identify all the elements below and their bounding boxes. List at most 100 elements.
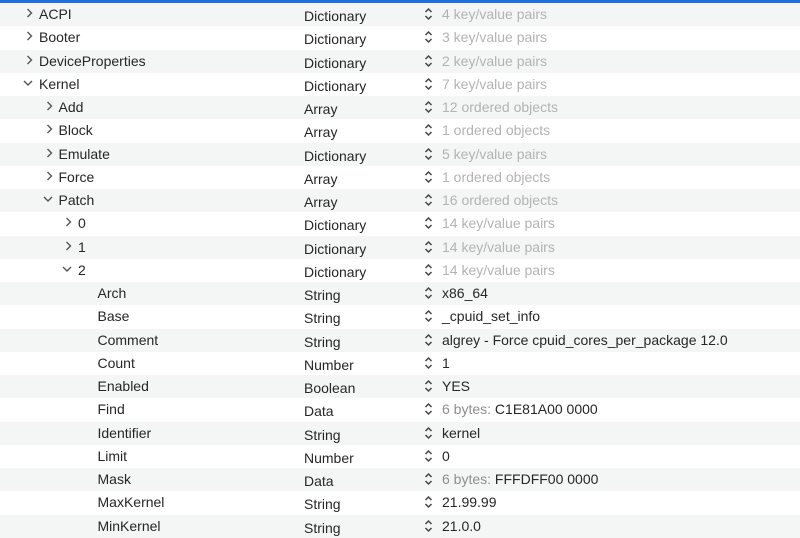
plist-row-emulate[interactable]: Emulate Dictionary 5 key/value pairs [0, 142, 800, 166]
key-label[interactable]: Mask [98, 471, 131, 487]
chevron-right-icon[interactable] [25, 7, 35, 19]
chevron-right-icon[interactable] [45, 123, 55, 135]
plist-row-kernel[interactable]: Kernel Dictionary 7 key/value pairs [0, 73, 800, 96]
plist-row-arch[interactable]: Arch String x86_64 [0, 282, 800, 306]
chevron-right-icon[interactable] [45, 170, 55, 182]
type-label[interactable]: Number [304, 450, 354, 466]
plist-row-add[interactable]: Add Array 12 ordered objects [0, 96, 800, 120]
key-label[interactable]: Enabled [98, 378, 149, 394]
stepper-icon[interactable] [424, 77, 433, 91]
value-field[interactable]: 6 bytes: C1E81A00 0000 [442, 401, 598, 417]
type-label[interactable]: String [304, 334, 341, 350]
plist-row-patch[interactable]: Patch Array 16 ordered objects [0, 189, 800, 213]
chevron-right-icon[interactable] [25, 54, 35, 66]
plist-row-comment[interactable]: Comment String algrey - Force cpuid_cores_… [0, 328, 800, 352]
stepper-icon[interactable] [424, 263, 433, 277]
value-field[interactable]: _cpuid_set_info [442, 308, 540, 324]
type-label[interactable]: Array [304, 194, 337, 210]
plist-row-base[interactable]: Base String _cpuid_set_info [0, 305, 800, 328]
type-label[interactable]: String [304, 427, 341, 443]
stepper-icon[interactable] [424, 426, 433, 440]
type-label[interactable]: Dictionary [304, 31, 366, 47]
plist-row-find[interactable]: Find Data 6 bytes: C1E81A00 0000 [0, 398, 800, 421]
chevron-right-icon[interactable] [45, 147, 55, 159]
plist-row-1[interactable]: 1 Dictionary 14 key/value pairs [0, 235, 800, 259]
key-label[interactable]: Count [98, 355, 135, 371]
plist-row-enabled[interactable]: Enabled Boolean YES [0, 375, 800, 399]
stepper-icon[interactable] [424, 449, 433, 463]
type-label[interactable]: Dictionary [304, 78, 366, 94]
key-label[interactable]: ACPI [39, 6, 72, 22]
value-field[interactable]: 12 ordered objects [442, 99, 558, 115]
stepper-icon[interactable] [424, 193, 433, 207]
type-label[interactable]: Dictionary [304, 55, 366, 71]
value-field[interactable]: 7 key/value pairs [442, 76, 547, 92]
value-field[interactable]: 2 key/value pairs [442, 53, 547, 69]
value-field[interactable]: x86_64 [442, 285, 488, 301]
plist-row-minkernel[interactable]: MinKernel String 21.0.0 [0, 514, 800, 538]
key-label[interactable]: Force [59, 169, 95, 185]
key-label[interactable]: Find [98, 401, 125, 417]
stepper-icon[interactable] [424, 7, 433, 21]
stepper-icon[interactable] [424, 216, 433, 230]
type-label[interactable]: Array [304, 101, 337, 117]
type-label[interactable]: Dictionary [304, 217, 366, 233]
chevron-right-icon[interactable] [64, 240, 74, 252]
key-label[interactable]: Arch [98, 285, 127, 301]
key-label[interactable]: Booter [39, 29, 80, 45]
plist-row-count[interactable]: Count Number 1 [0, 352, 800, 375]
plist-row-mask[interactable]: Mask Data 6 bytes: FFFDFF00 0000 [0, 468, 800, 492]
plist-row-acpi[interactable]: ACPI Dictionary 4 key/value pairs [0, 3, 800, 27]
key-label[interactable]: Base [98, 308, 130, 324]
stepper-icon[interactable] [424, 240, 433, 254]
plist-row-force[interactable]: Force Array 1 ordered objects [0, 166, 800, 189]
key-label[interactable]: MinKernel [98, 518, 161, 534]
value-field[interactable]: 4 key/value pairs [442, 6, 547, 22]
value-field[interactable]: 0 [442, 448, 450, 464]
chevron-right-icon[interactable] [64, 216, 74, 228]
value-field[interactable]: 21.99.99 [442, 494, 497, 510]
value-field[interactable]: 3 key/value pairs [442, 29, 547, 45]
stepper-icon[interactable] [424, 170, 433, 184]
value-field[interactable]: algrey - Force cpuid_cores_per_package 1… [442, 332, 728, 348]
value-field[interactable]: 5 key/value pairs [442, 146, 547, 162]
plist-row-identifier[interactable]: Identifier String kernel [0, 421, 800, 445]
type-label[interactable]: String [304, 287, 341, 303]
value-field[interactable]: 6 bytes: FFFDFF00 0000 [442, 471, 598, 487]
value-field[interactable]: 14 key/value pairs [442, 239, 555, 255]
key-label[interactable]: Add [59, 99, 84, 115]
stepper-icon[interactable] [424, 519, 433, 533]
plist-row-2[interactable]: 2 Dictionary 14 key/value pairs [0, 259, 800, 282]
chevron-down-icon[interactable] [22, 77, 33, 89]
value-field[interactable]: 1 ordered objects [442, 169, 550, 185]
value-field[interactable]: kernel [442, 425, 480, 441]
stepper-icon[interactable] [424, 472, 433, 486]
value-field[interactable]: 14 key/value pairs [442, 215, 555, 231]
stepper-icon[interactable] [424, 286, 433, 300]
stepper-icon[interactable] [424, 147, 433, 161]
type-label[interactable]: Dictionary [304, 264, 366, 280]
key-label[interactable]: Identifier [98, 425, 152, 441]
key-label[interactable]: Patch [59, 192, 95, 208]
key-label[interactable]: 2 [78, 262, 86, 278]
plist-row-0[interactable]: 0 Dictionary 14 key/value pairs [0, 212, 800, 235]
type-label[interactable]: Number [304, 357, 354, 373]
key-label[interactable]: 0 [78, 215, 86, 231]
chevron-right-icon[interactable] [25, 30, 35, 42]
value-field[interactable]: 1 [442, 355, 450, 371]
type-label[interactable]: Dictionary [304, 148, 366, 164]
key-label[interactable]: 1 [78, 239, 86, 255]
key-label[interactable]: Limit [98, 448, 128, 464]
plist-row-maxkernel[interactable]: MaxKernel String 21.99.99 [0, 491, 800, 514]
type-label[interactable]: String [304, 496, 341, 512]
plist-row-limit[interactable]: Limit Number 0 [0, 445, 800, 468]
plist-row-deviceproperties[interactable]: DeviceProperties Dictionary 2 key/value pa… [0, 49, 800, 73]
type-label[interactable]: Data [304, 403, 334, 419]
type-label[interactable]: Data [304, 473, 334, 489]
type-label[interactable]: Dictionary [304, 8, 366, 24]
key-label[interactable]: Kernel [39, 76, 79, 92]
chevron-down-icon[interactable] [42, 193, 52, 205]
stepper-icon[interactable] [424, 495, 433, 509]
stepper-icon[interactable] [424, 379, 433, 393]
key-label[interactable]: Comment [98, 332, 159, 348]
